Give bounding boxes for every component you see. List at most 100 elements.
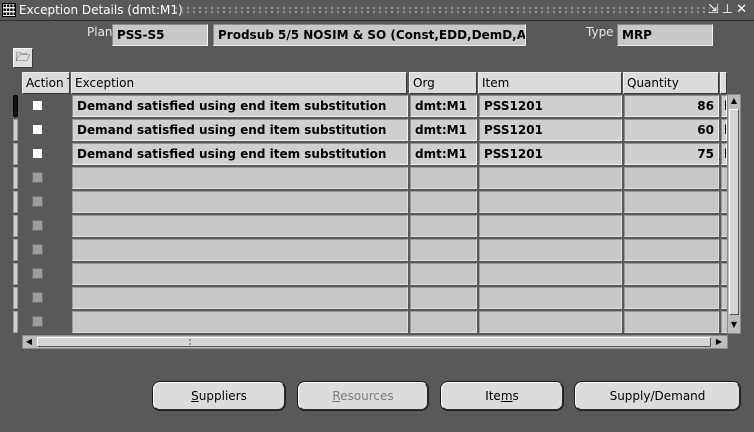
scroll-right-icon[interactable]: ▶ [713,337,725,347]
action-checkbox[interactable] [32,316,43,327]
column-header-action[interactable]: Action Type [22,72,70,94]
plan-description-field[interactable]: Prodsub 5/5 NOSIM & SO (Const,EDD,DemD,A… [213,24,526,46]
plan-field[interactable]: PSS-S5 [112,24,208,46]
item-cell[interactable] [479,263,622,285]
empty-table-row[interactable] [0,286,754,310]
action-checkbox[interactable] [32,100,43,111]
window-controls: ⇲⊥✕ [708,2,750,18]
quantity-cell[interactable] [624,167,719,189]
exception-cell[interactable] [72,167,408,189]
vertical-scroll-thumb[interactable] [729,109,739,315]
column-header-quantity[interactable]: Quantity [623,72,719,94]
row-marker[interactable] [13,263,18,285]
horizontal-scroll-thumb[interactable] [37,337,711,347]
row-marker[interactable] [13,287,18,309]
org-cell[interactable] [410,215,477,237]
org-cell[interactable] [410,167,477,189]
exception-cell[interactable] [72,263,408,285]
title-bar-grip [174,6,710,14]
action-checkbox[interactable] [32,292,43,303]
suppliers-button[interactable]: Suppliers [153,382,285,410]
quantity-cell[interactable]: 86 [624,95,719,117]
org-cell[interactable]: dmt:M1 [410,95,477,117]
quantity-cell[interactable] [624,287,719,309]
org-cell[interactable] [410,191,477,213]
action-checkbox[interactable] [32,148,43,159]
app-icon: ▪▪▪▪ ▪▪▪▪ ▪▪▪▪ [2,3,16,17]
quantity-cell[interactable]: 60 [624,119,719,141]
exception-cell[interactable]: Demand satisfied using end item substitu… [72,95,408,117]
row-marker[interactable] [13,119,18,141]
quantity-cell[interactable]: 75 [624,143,719,165]
plan-label: Plan [87,25,113,39]
action-checkbox[interactable] [32,244,43,255]
action-checkbox[interactable] [32,220,43,231]
empty-table-row[interactable] [0,214,754,238]
org-cell[interactable] [410,287,477,309]
items-button[interactable]: Items [441,382,563,410]
item-cell[interactable]: PSS1201 [479,95,622,117]
type-field[interactable]: MRP [617,24,713,46]
item-cell[interactable]: PSS1201 [479,119,622,141]
exception-cell[interactable]: Demand satisfied using end item substitu… [72,143,408,165]
empty-table-row[interactable] [0,238,754,262]
row-marker[interactable] [13,191,18,213]
row-marker[interactable] [13,311,18,333]
table-row[interactable]: Demand satisfied using end item substitu… [0,94,754,118]
item-cell[interactable]: PSS1201 [479,143,622,165]
exception-cell[interactable]: Demand satisfied using end item substitu… [72,119,408,141]
action-checkbox[interactable] [32,268,43,279]
item-cell[interactable] [479,287,622,309]
empty-table-row[interactable] [0,262,754,286]
quantity-cell[interactable] [624,191,719,213]
org-cell[interactable]: dmt:M1 [410,143,477,165]
item-cell[interactable] [479,311,622,333]
column-header-org[interactable]: Org [409,72,477,94]
exception-cell[interactable] [72,239,408,261]
minimize-icon[interactable]: ⊥ [722,2,736,17]
horizontal-scrollbar[interactable]: ◀ ▶ [22,335,728,349]
table-row[interactable]: Demand satisfied using end item substitu… [0,118,754,142]
org-cell[interactable] [410,311,477,333]
org-cell[interactable] [410,239,477,261]
table-row[interactable]: Demand satisfied using end item substitu… [0,142,754,166]
row-current-marker[interactable] [13,95,18,117]
action-checkbox[interactable] [32,124,43,135]
quantity-cell[interactable] [624,263,719,285]
row-marker[interactable] [13,239,18,261]
action-checkbox[interactable] [32,196,43,207]
close-icon[interactable]: ✕ [736,2,750,17]
column-header-item[interactable]: Item [478,72,622,94]
action-checkbox[interactable] [32,172,43,183]
item-cell[interactable] [479,191,622,213]
empty-table-row[interactable] [0,310,754,334]
resources-button: Resources [298,382,428,410]
supply-demand-button[interactable]: Supply/Demand [575,382,740,410]
exception-cell[interactable] [72,215,408,237]
quantity-cell[interactable] [624,311,719,333]
scroll-left-icon[interactable]: ◀ [23,337,35,347]
exception-cell[interactable] [72,287,408,309]
row-marker[interactable] [13,143,18,165]
type-label: Type [586,25,614,39]
open-folder-button[interactable]: 🗁 [13,48,33,68]
item-cell[interactable] [479,239,622,261]
org-cell[interactable] [410,263,477,285]
org-cell[interactable]: dmt:M1 [410,119,477,141]
vertical-scrollbar[interactable]: ▲ ▼ [727,94,741,334]
exception-cell[interactable] [72,311,408,333]
row-marker[interactable] [13,215,18,237]
scroll-down-icon[interactable]: ▼ [728,320,740,330]
item-cell[interactable] [479,167,622,189]
item-cell[interactable] [479,215,622,237]
column-header-exception[interactable]: Exception [71,72,407,94]
scroll-up-icon[interactable]: ▲ [728,96,740,106]
row-marker[interactable] [13,167,18,189]
empty-table-row[interactable] [0,190,754,214]
column-header-overflow[interactable] [720,72,727,94]
resize-icon[interactable]: ⇲ [708,2,722,17]
empty-table-row[interactable] [0,166,754,190]
quantity-cell[interactable] [624,239,719,261]
exception-cell[interactable] [72,191,408,213]
quantity-cell[interactable] [624,215,719,237]
